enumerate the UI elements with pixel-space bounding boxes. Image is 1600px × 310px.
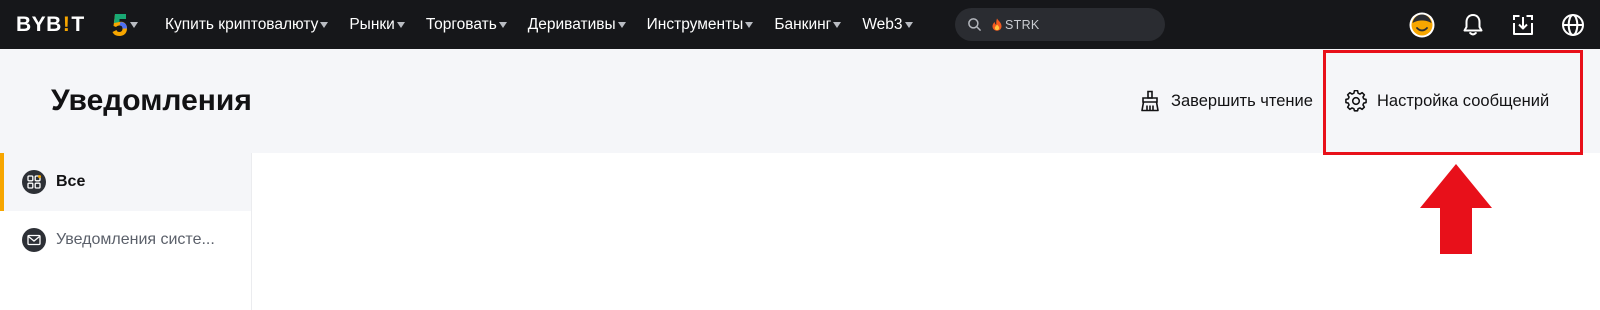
notifications-sidebar: Все Уведомления систе... [0, 153, 252, 310]
avatar[interactable] [1409, 12, 1435, 38]
nav-banking[interactable]: Банкинг [774, 15, 842, 34]
chevron-down-icon [320, 21, 329, 28]
bell-icon [1463, 14, 1483, 36]
nav-label: Купить криптовалюту [165, 15, 319, 33]
avatar-icon [1409, 12, 1435, 38]
message-settings-button[interactable]: Настройка сообщений [1345, 90, 1549, 112]
broom-icon [1141, 90, 1159, 112]
sidebar-item-label: Уведомления систе... [56, 231, 215, 248]
logo-text-bang: ! [62, 13, 71, 36]
page-header: Уведомления Завершить чтение Настройка с… [0, 49, 1600, 153]
nav-markets[interactable]: Рынки [349, 15, 405, 34]
annotation-arrow-up [1420, 164, 1492, 254]
nav-label: Деривативы [527, 15, 616, 33]
search-input[interactable]: STRK [955, 8, 1165, 41]
sidebar-item-label: Все [56, 173, 86, 190]
gear-icon [1345, 90, 1367, 112]
mark-all-read-label: Завершить чтение [1171, 91, 1313, 110]
anniversary-five-icon [112, 14, 127, 36]
mark-all-read-button[interactable]: Завершить чтение [1139, 90, 1313, 112]
sidebar-item-system-notifications[interactable]: Уведомления систе... [0, 211, 251, 269]
chevron-down-icon [833, 21, 842, 28]
chevron-down-icon [904, 21, 913, 28]
search-icon [968, 18, 981, 31]
message-settings-label: Настройка сообщений [1377, 91, 1550, 110]
top-navigation-bar: BYB! T Купить криптовалюту Рынки Торговат… [0, 0, 1600, 49]
notifications-bell[interactable] [1460, 12, 1486, 38]
search-placeholder: STRK [1005, 17, 1040, 32]
nav-label: Web3 [862, 15, 903, 33]
fire-icon [992, 18, 1002, 31]
nav-trade[interactable]: Торговать [426, 16, 507, 34]
grid-icon [22, 170, 46, 194]
nav-tools[interactable]: Инструменты [647, 16, 754, 34]
nav-web3[interactable]: Web3 [862, 15, 913, 34]
download-icon [1513, 15, 1533, 35]
bybit-logo[interactable]: BYB! T [16, 13, 85, 36]
nav-label: Инструменты [646, 15, 744, 33]
download-app-button[interactable] [1510, 12, 1536, 38]
chevron-down-icon [617, 21, 626, 28]
anniversary-badge[interactable] [112, 12, 138, 38]
globe-icon [1562, 14, 1584, 36]
page-title: Уведомления [51, 84, 252, 117]
envelope-icon [22, 228, 46, 252]
nav-label: Рынки [349, 15, 395, 33]
nav-label: Банкинг [774, 15, 832, 33]
sidebar-item-all[interactable]: Все [0, 153, 251, 211]
chevron-down-icon [396, 21, 405, 28]
chevron-down-icon [130, 22, 138, 28]
main-nav: Купить криптовалюту Рынки Торговать Дери… [165, 0, 934, 49]
logo-text-left: BYB [16, 13, 62, 36]
nav-derivatives[interactable]: Деривативы [528, 16, 626, 34]
chevron-down-icon [498, 21, 507, 28]
language-button[interactable] [1560, 12, 1586, 38]
nav-buy-crypto[interactable]: Купить криптовалюту [165, 15, 329, 34]
nav-label: Торговать [425, 15, 497, 33]
logo-text-right: T [71, 13, 85, 36]
chevron-down-icon [745, 21, 754, 28]
